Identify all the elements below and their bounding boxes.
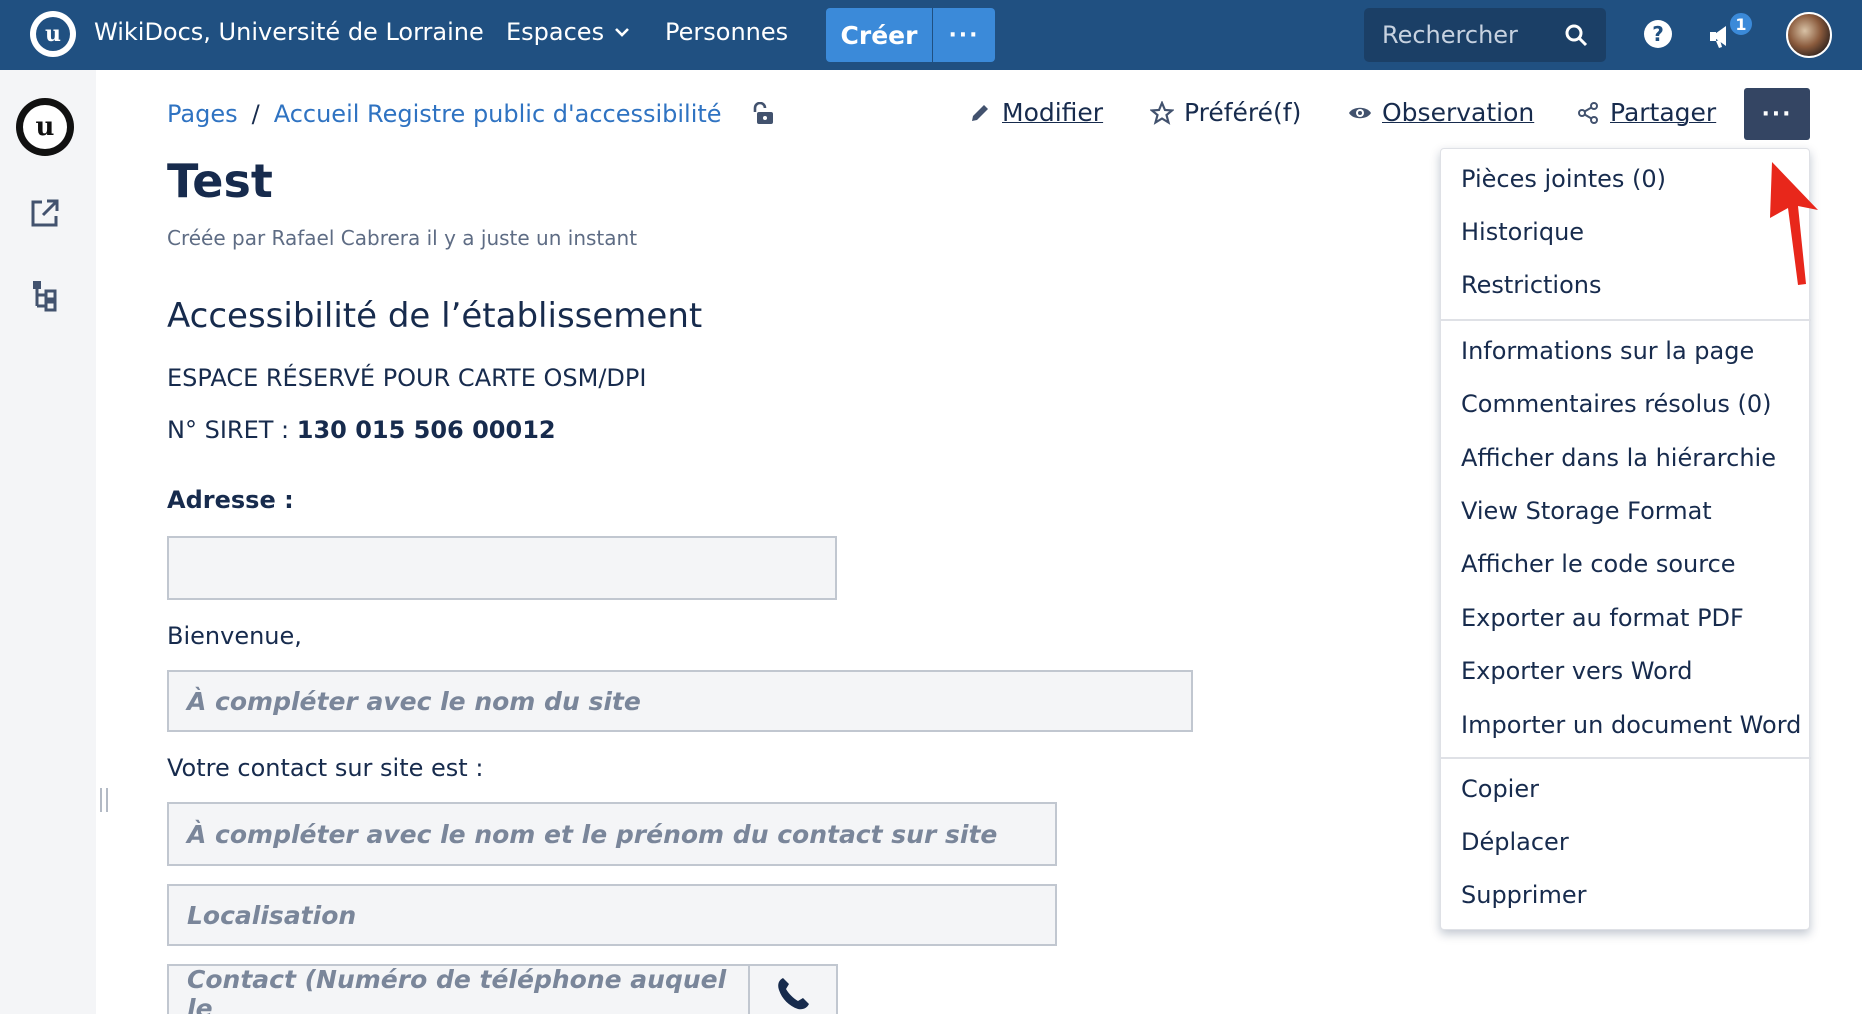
- location-placeholder: Localisation: [187, 900, 357, 930]
- eye-icon: [1349, 107, 1371, 118]
- map-placeholder-text: ESPACE RÉSERVÉ POUR CARTE OSM/DPI: [167, 364, 647, 392]
- more-actions-button[interactable]: ···: [1744, 88, 1810, 140]
- space-logo[interactable]: u: [16, 98, 74, 156]
- menu-item-import-word[interactable]: Importer un document Word: [1461, 711, 1801, 739]
- share-button[interactable]: Partager: [1576, 98, 1716, 127]
- favorite-button[interactable]: Préféré(f): [1150, 98, 1301, 127]
- siret-value: 130 015 506 00012: [296, 416, 556, 444]
- star-icon: [1150, 100, 1174, 125]
- favorite-label: Préféré(f): [1184, 98, 1302, 127]
- welcome-label: Bienvenue,: [167, 622, 302, 650]
- page-tree-icon[interactable]: [28, 278, 62, 312]
- phone-placeholder: Contact (Numéro de téléphone auquel le: [187, 965, 727, 1014]
- menu-item-history[interactable]: Historique: [1461, 218, 1584, 246]
- watch-button[interactable]: Observation: [1348, 98, 1534, 127]
- section-heading: Accessibilité de l’établissement: [167, 296, 703, 336]
- menu-item-attachments[interactable]: Pièces jointes (0): [1461, 165, 1666, 193]
- edit-button[interactable]: Modifier: [968, 98, 1103, 127]
- menu-divider: [1441, 319, 1811, 321]
- siret-line: N° SIRET : 130 015 506 00012: [167, 416, 556, 444]
- universite-lorraine-logo[interactable]: u: [30, 11, 76, 57]
- menu-item-export-pdf[interactable]: Exporter au format PDF: [1461, 604, 1744, 632]
- space-logo-letter: u: [23, 105, 67, 149]
- contact-label: Votre contact sur site est :: [167, 754, 484, 782]
- annotation-arrow-icon: [1770, 162, 1818, 285]
- menu-item-restrictions[interactable]: Restrictions: [1461, 271, 1601, 299]
- space-sidebar: u: [0, 70, 96, 1014]
- menu-item-move[interactable]: Déplacer: [1461, 828, 1569, 856]
- sidebar-resize-handle[interactable]: [100, 788, 108, 812]
- edit-label: Modifier: [1002, 98, 1104, 127]
- nav-espaces-label: Espaces: [506, 18, 605, 46]
- pencil-icon: [972, 104, 988, 121]
- site-name-field[interactable]: À compléter avec le nom du site: [167, 670, 1193, 732]
- unlocked-icon[interactable]: [752, 102, 776, 126]
- create-button[interactable]: Créer: [826, 8, 932, 62]
- phone-field[interactable]: Contact (Numéro de téléphone auquel le: [167, 964, 750, 1014]
- watch-label: Observation: [1382, 98, 1535, 127]
- address-field[interactable]: [167, 536, 837, 600]
- menu-item-view-storage[interactable]: View Storage Format: [1461, 497, 1712, 525]
- phone-icon: [778, 978, 809, 1010]
- more-actions-menu: Pièces jointes (0) Historique Restrictio…: [1440, 148, 1811, 930]
- user-avatar[interactable]: [1786, 12, 1832, 58]
- logo-letter: u: [36, 17, 70, 51]
- site-title[interactable]: WikiDocs, Université de Lorraine: [94, 18, 484, 46]
- menu-item-delete[interactable]: Supprimer: [1461, 881, 1586, 909]
- page-byline: Créée par Rafael Cabrera il y a juste un…: [167, 226, 638, 250]
- contact-name-field[interactable]: À compléter avec le nom et le prénom du …: [167, 802, 1057, 866]
- menu-item-copy[interactable]: Copier: [1461, 775, 1539, 803]
- create-more-button[interactable]: ···: [933, 8, 995, 62]
- breadcrumb: Pages / Accueil Registre public d'access…: [167, 100, 776, 128]
- chevron-down-icon: [615, 28, 629, 37]
- siret-label: N° SIRET :: [167, 416, 297, 444]
- menu-item-view-source[interactable]: Afficher le code source: [1461, 550, 1736, 578]
- breadcrumb-pages[interactable]: Pages: [167, 100, 238, 128]
- external-link-icon[interactable]: [28, 196, 62, 230]
- search-input[interactable]: Rechercher: [1364, 8, 1606, 62]
- nav-espaces[interactable]: Espaces: [506, 18, 630, 46]
- breadcrumb-parent-page[interactable]: Accueil Registre public d'accessibilité: [274, 100, 722, 128]
- nav-personnes[interactable]: Personnes: [665, 18, 788, 46]
- address-label: Adresse :: [167, 486, 294, 514]
- location-field[interactable]: Localisation: [167, 884, 1057, 946]
- phone-icon-cell: [748, 964, 838, 1014]
- page-title: Test: [167, 154, 273, 208]
- menu-item-page-info[interactable]: Informations sur la page: [1461, 337, 1754, 365]
- menu-item-resolved-comments[interactable]: Commentaires résolus (0): [1461, 390, 1772, 418]
- contact-name-placeholder: À compléter avec le nom et le prénom du …: [187, 819, 998, 849]
- top-navigation-bar: u WikiDocs, Université de Lorraine Espac…: [0, 0, 1862, 70]
- help-icon[interactable]: ?: [1644, 20, 1672, 48]
- share-icon: [1578, 101, 1598, 124]
- notification-badge: 1: [1728, 11, 1754, 37]
- search-placeholder: Rechercher: [1382, 21, 1518, 49]
- menu-divider: [1441, 757, 1811, 759]
- share-label: Partager: [1610, 98, 1717, 127]
- menu-item-export-word[interactable]: Exporter vers Word: [1461, 657, 1692, 685]
- breadcrumb-separator: /: [251, 100, 260, 128]
- menu-item-view-hierarchy[interactable]: Afficher dans la hiérarchie: [1461, 444, 1776, 472]
- site-name-placeholder: À compléter avec le nom du site: [187, 686, 641, 716]
- search-icon: [1565, 24, 1588, 47]
